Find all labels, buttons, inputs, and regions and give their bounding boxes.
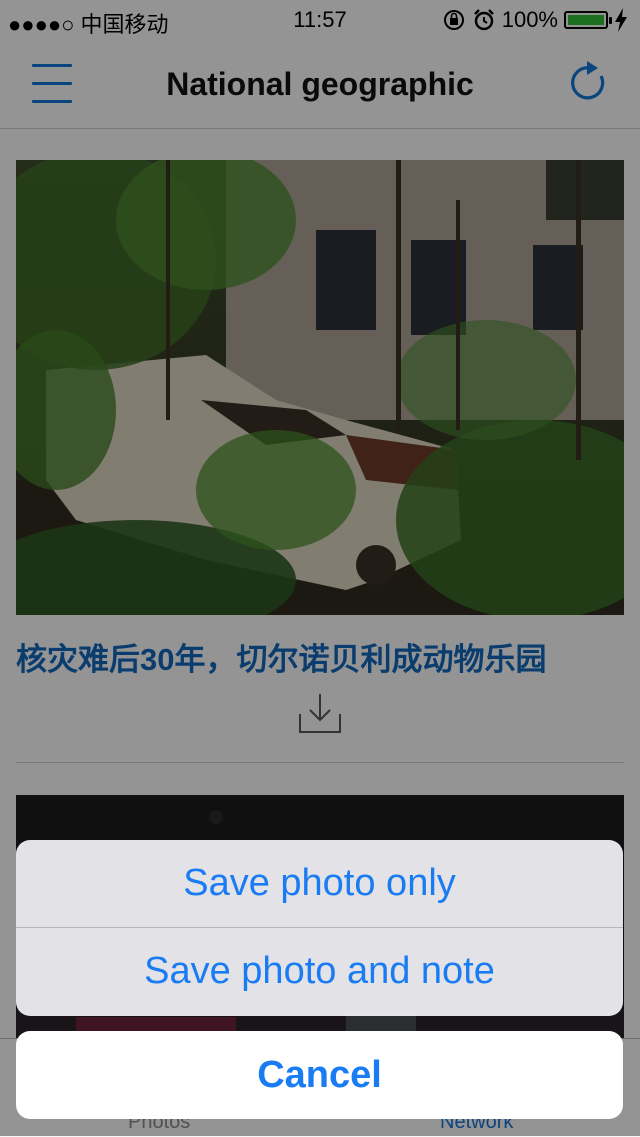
action-sheet: Save photo only Save photo and note <box>16 840 623 1016</box>
cancel-button[interactable]: Cancel <box>16 1031 623 1119</box>
save-photo-only-button[interactable]: Save photo only <box>16 840 623 928</box>
save-photo-and-note-button[interactable]: Save photo and note <box>16 928 623 1015</box>
